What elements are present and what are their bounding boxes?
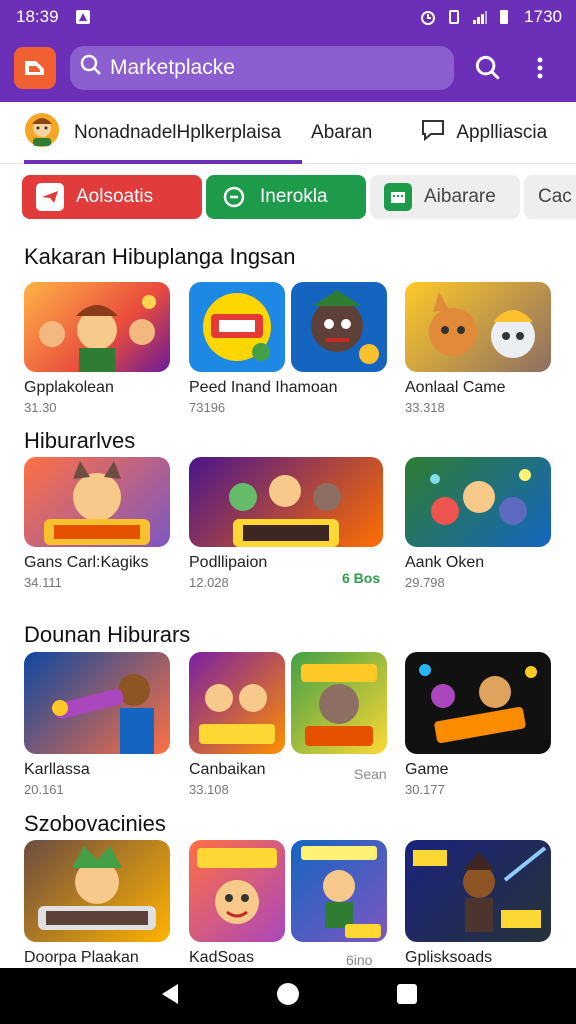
battery-text: 1730 (524, 7, 562, 26)
section-title: Dounan Hiburars (24, 622, 191, 647)
chip-label: Aolsoatis (76, 186, 154, 207)
app-tile[interactable]: Aank Oken 29.798 (405, 457, 551, 590)
section-title: Kakaran Hibuplanga Ingsan (24, 244, 296, 269)
game-art-icon (405, 457, 551, 547)
tab-bar: NonadnadelHplkerplaisa Abaran Applliasci… (0, 102, 576, 164)
app-tile[interactable]: Aonlaal Came 33.318 (405, 282, 551, 415)
app-name: Karllassa (24, 761, 90, 778)
side-tag: Sean (354, 766, 387, 782)
game-art-icon (24, 457, 170, 547)
game-art-icon (405, 840, 551, 942)
app-name: Gans Carl:Kagiks (24, 554, 149, 571)
recents-button[interactable] (396, 983, 418, 1010)
app-tile[interactable]: Gans Carl:Kagiks 34.111 (24, 457, 170, 590)
game-art-icon (405, 652, 551, 754)
app-meta: 20.161 (24, 782, 64, 797)
app-meta: 33.318 (405, 400, 445, 415)
tab-home[interactable]: NonadnadelHplkerplaisa (24, 102, 303, 164)
search-input[interactable] (110, 56, 430, 80)
home-button[interactable] (276, 982, 300, 1011)
status-time: 18:39 (16, 7, 59, 26)
recents-icon (397, 983, 417, 1004)
game-art-icon (24, 652, 170, 754)
chip-cac[interactable]: Cac (524, 175, 576, 219)
game-art-icon (24, 282, 170, 372)
chip-inerokla[interactable]: Inerokla (206, 175, 366, 219)
app-row: Karllassa 20.161 Canbaikan 33.108 Sean G… (24, 652, 576, 797)
game-art-icon (189, 282, 285, 372)
app-row: Gpplakolean 31.30 Peed Inand Ihamoan 731… (24, 282, 576, 422)
back-button[interactable] (158, 982, 180, 1011)
app-meta: 29.798 (405, 575, 445, 590)
signal-icon (472, 9, 488, 25)
chip-label: Cac (538, 186, 572, 207)
search-icon (80, 54, 102, 82)
app-name: Gpplakolean (24, 379, 114, 396)
app-name: Aank Oken (405, 554, 485, 571)
app-tile[interactable]: Doorpa Plaakan (24, 840, 170, 967)
chat-icon (420, 118, 446, 148)
game-art-icon (24, 840, 170, 942)
section-title: Hiburarlves (24, 428, 136, 453)
app-tile[interactable]: Gpplakolean 31.30 (24, 282, 170, 415)
game-art-icon (189, 652, 285, 754)
app-name: Doorpa Plaakan (24, 949, 139, 966)
plane-icon (36, 183, 64, 211)
game-art-icon (291, 652, 387, 754)
search-icon (475, 55, 500, 80)
game-art-icon (189, 457, 383, 547)
section-title: Szobovacinies (24, 811, 166, 836)
avatar-icon (24, 112, 60, 154)
game-art-icon (405, 282, 551, 372)
chat-bubble-icon (220, 183, 248, 211)
app-name: Peed Inand Ihamoan (189, 379, 338, 396)
search-button[interactable] (470, 50, 506, 86)
tab-label: NonadnadelHplkerplaisa (74, 121, 282, 143)
app-tile[interactable]: KadSoas (189, 840, 389, 967)
home-icon (277, 982, 299, 1005)
tab-label: Applliascia (456, 121, 548, 143)
system-nav-bar (0, 968, 576, 1024)
app-bar (0, 34, 576, 102)
chip-label: Aibarare (424, 186, 496, 207)
tab-abaran[interactable]: Abaran (311, 102, 372, 164)
app-tile[interactable]: Karllassa 20.161 (24, 652, 170, 797)
tab-applliascia[interactable]: Applliascia (420, 102, 547, 164)
chip-aibarare[interactable]: Aibarare (370, 175, 520, 219)
app-meta: 73196 (189, 400, 226, 415)
app-name: Aonlaal Came (405, 379, 506, 396)
chip-aolsoatis[interactable]: Aolsoatis (22, 175, 202, 219)
battery-icon (498, 9, 514, 25)
alarm-icon (420, 9, 436, 25)
calendar-icon (384, 183, 412, 211)
more-options-button[interactable] (522, 50, 558, 86)
app-name: Game (405, 761, 449, 778)
app-logo-icon[interactable] (14, 47, 56, 89)
search-box[interactable] (70, 46, 454, 90)
category-chips: Aolsoatis Inerokla Aibarare Cac (22, 175, 576, 219)
more-vert-icon (537, 57, 543, 79)
app-meta: 33.108 (189, 782, 229, 797)
app-meta: 34.111 (24, 575, 62, 590)
side-tag: 6ino (346, 952, 373, 968)
app-meta: 31.30 (24, 400, 57, 415)
game-art-icon (291, 840, 387, 942)
app-row: Doorpa Plaakan KadSoas 6ino Gplisksoads (24, 840, 576, 968)
app-meta: 30.177 (405, 782, 445, 797)
app-tile[interactable]: Game 30.177 (405, 652, 551, 797)
price-tag: 6 Bos (342, 570, 381, 586)
app-tile[interactable]: Gplisksoads (405, 840, 551, 967)
tab-label: Abaran (311, 121, 373, 143)
notification-icon (75, 9, 91, 25)
game-art-icon (189, 840, 285, 942)
status-bar: 18:39 1730 (0, 0, 576, 34)
app-row: Gans Carl:Kagiks 34.111 Podllipaion 12.0… (24, 457, 576, 597)
vibrate-icon (446, 9, 462, 25)
game-art-icon (291, 282, 387, 372)
app-name: Gplisksoads (405, 949, 493, 966)
app-tile[interactable]: Peed Inand Ihamoan 73196 (189, 282, 389, 415)
back-icon (162, 983, 178, 1004)
chip-label: Inerokla (260, 186, 328, 207)
